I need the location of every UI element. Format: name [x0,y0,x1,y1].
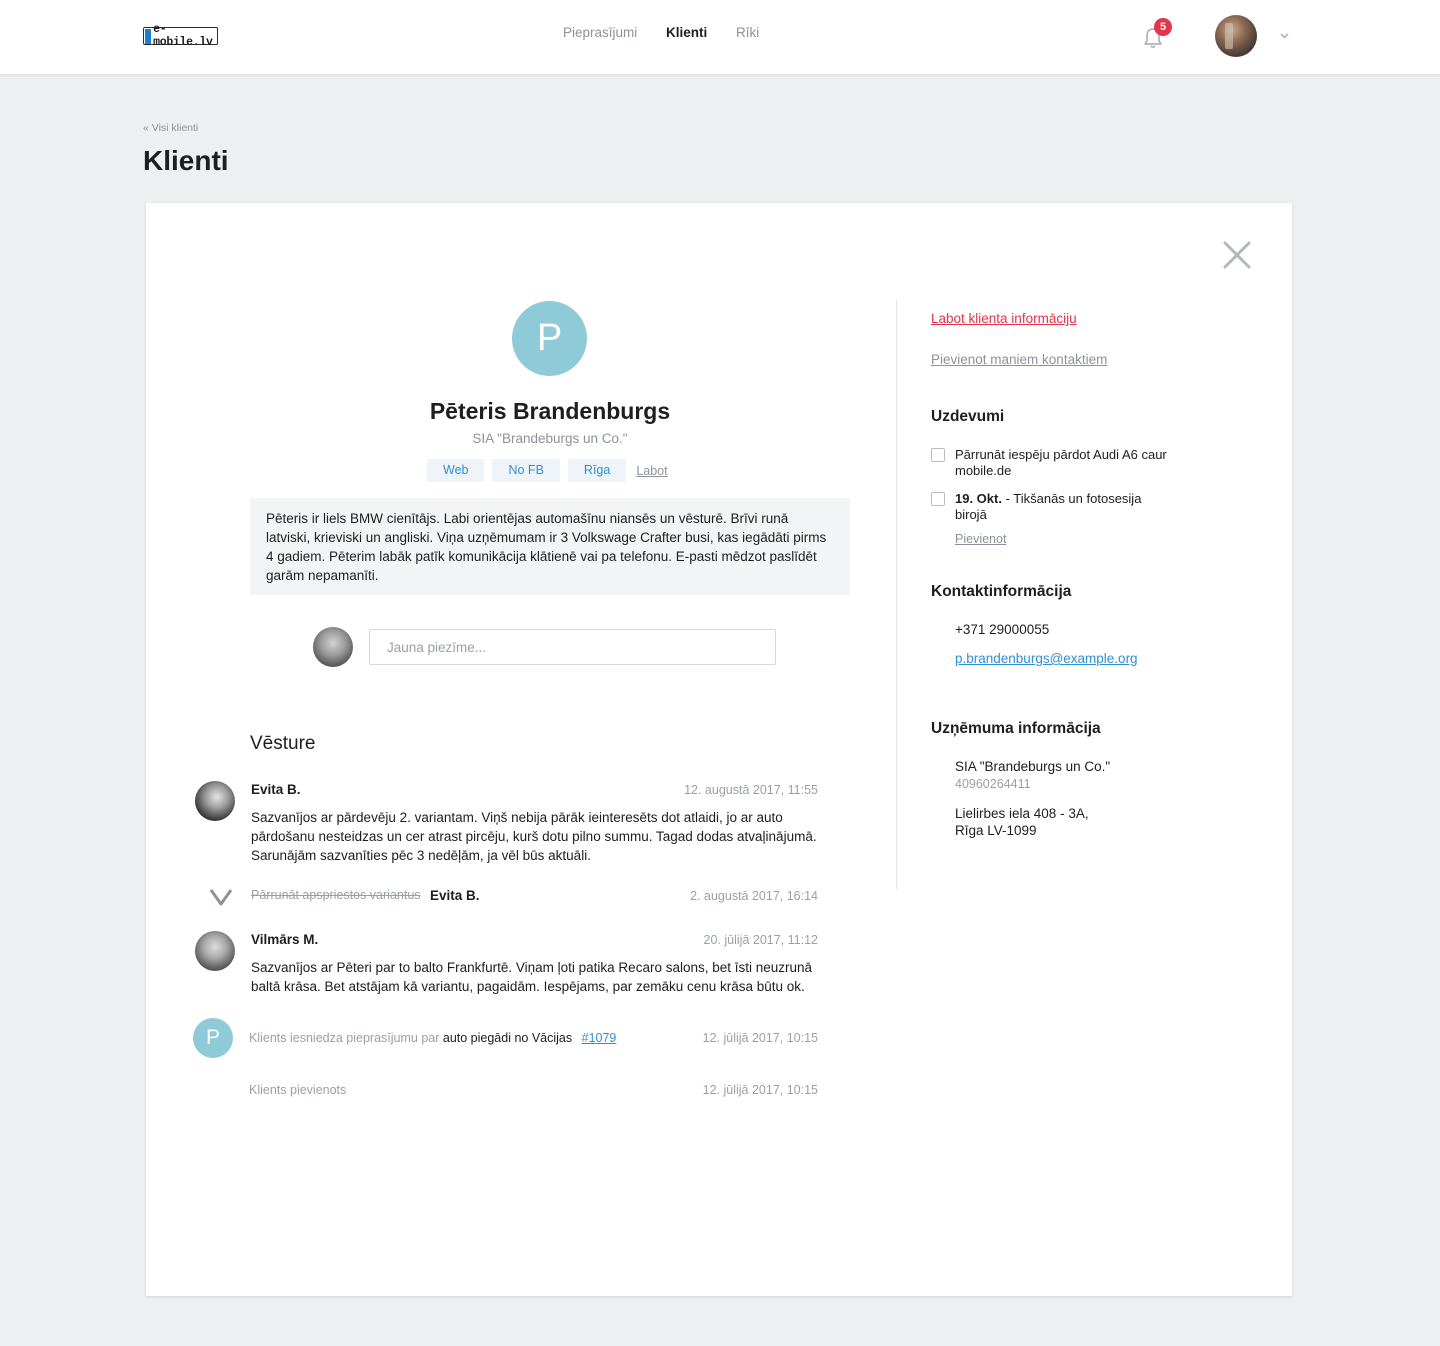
nav-item-pieprasijumi[interactable]: Pieprasījumi [563,25,653,40]
company-reg-number: 40960264411 [955,777,1031,791]
company-address-line2: Rīga LV-1099 [955,823,1037,838]
history-title: Vēsture [250,733,316,754]
avatar-vilmars [195,931,235,971]
new-note-input[interactable] [369,629,776,665]
company-name: SIA "Brandeburgs un Co." [955,759,1111,774]
close-icon[interactable] [1222,240,1252,270]
client-name: Pēteris Brandenburgs [429,398,671,424]
company-title: Uzņēmuma informācija [931,720,1101,737]
tag-web[interactable]: Web [427,459,485,482]
client-tags: Web No FB Rīga Labot [427,459,668,482]
add-task-link[interactable]: Pievienot [955,532,1006,546]
user-avatar[interactable] [1215,15,1257,57]
notification-badge: 5 [1154,18,1172,36]
task-checkbox[interactable] [931,492,945,506]
client-added-text: Klients pievienots [249,1083,347,1097]
tag-no-fb[interactable]: No FB [492,459,560,482]
add-to-contacts-link[interactable]: Pievienot maniem kontaktiem [931,352,1107,367]
client-description: Pēteris ir liels BMW cienītājs. Labi ori… [250,498,850,595]
edit-tags-link[interactable]: Labot [636,464,667,478]
current-user-avatar [313,627,353,667]
history-author: Vilmārs M. [251,932,319,947]
edit-client-link[interactable]: Labot klienta informāciju [931,311,1077,326]
chevron-down-icon[interactable] [1279,30,1290,41]
contact-title: Kontaktinformācija [931,583,1072,600]
task-text: 19. Okt. - Tikšanās un fotosesija birojā [955,491,1142,522]
history-date: 12. jūlijā 2017, 10:15 [702,1083,818,1097]
nav-item-riki[interactable]: Rīki [736,25,759,40]
contact-phone: +371 29000055 [955,622,1050,637]
history-date: 2. augustā 2017, 16:14 [690,889,818,903]
checkmark-icon [209,889,233,906]
nav-item-klienti[interactable]: Klienti [666,25,707,40]
task-text: Pārrunāt iespēju pārdot Audi A6 caur mob… [955,447,1167,478]
client-avatar-small: P [193,1018,233,1058]
tasks-title: Uzdevumi [931,408,1005,425]
history-text: Sazvanījos ar Pēteri par to balto Frankf… [251,960,813,994]
top-navigation-bar: e-mobile.lv Pieprasījumi Klienti Rīki 5 [0,0,1440,74]
logo[interactable]: e-mobile.lv [143,23,218,49]
client-avatar: P [512,301,587,376]
task-item: 19. Okt. - Tikšanās un fotosesija birojā [931,491,1191,523]
client-card [146,203,1292,1296]
task-checkbox[interactable] [931,448,945,462]
history-author: Evita B. [430,888,480,903]
history-author: Evita B. [251,782,301,797]
history-text: Sazvanījos ar pārdevēju 2. variantam. Vi… [251,810,817,863]
breadcrumb-back-link[interactable]: « Visi klienti [143,122,198,134]
contact-email-link[interactable]: p.brandenburgs@example.org [955,651,1138,666]
logo-mark [145,28,152,44]
avatar-evita [195,781,235,821]
page-title: Klienti [143,145,229,176]
client-company: SIA "Brandeburgs un Co." [472,431,628,446]
contact-email-row: p.brandenburgs@example.org [955,651,1138,666]
task-item: Pārrunāt iespēju pārdot Audi A6 caur mob… [931,447,1191,479]
tag-riga[interactable]: Rīga [567,459,627,482]
completed-task-text: Pārrunāt apspriestos variantus [251,888,421,902]
request-prefix: Klients iesniedza pieprasījumu par [249,1031,440,1045]
history-date: 12. augustā 2017, 11:55 [684,783,818,797]
history-date: 12. jūlijā 2017, 10:15 [702,1031,818,1045]
logo-text: e-mobile.lv [153,23,213,49]
company-address-line1: Lielirbes iela 408 - 3A, [955,806,1089,821]
column-divider [896,300,897,889]
history-date: 20. jūlijā 2017, 11:12 [703,933,818,947]
